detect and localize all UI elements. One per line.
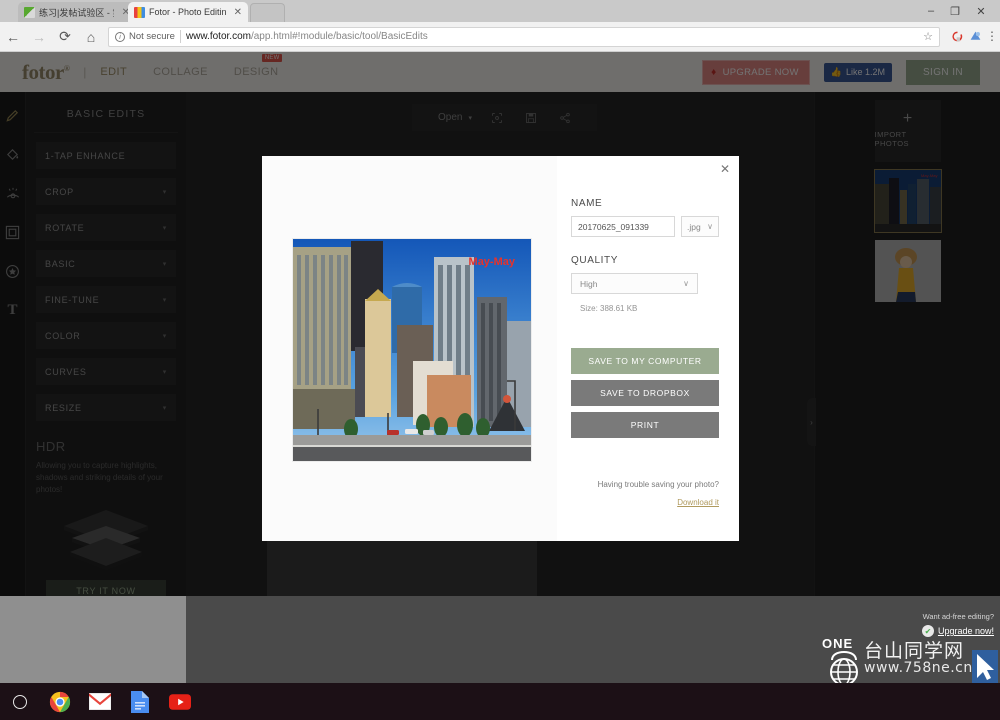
save-to-dropbox-button[interactable]: SAVE TO DROPBOX: [571, 380, 719, 406]
url-host: www.fotor.com: [186, 31, 251, 42]
ad-area-left: [0, 596, 186, 689]
dialog-preview-pane: May-May: [262, 156, 557, 541]
security-indicator[interactable]: i Not secure: [115, 31, 175, 42]
dialog-actions: SAVE TO MY COMPUTER SAVE TO DROPBOX PRIN…: [571, 348, 719, 438]
window-maximize-button[interactable]: ❐: [944, 0, 966, 22]
google-docs-icon[interactable]: [128, 690, 152, 714]
file-size-text: Size: 388.61 KB: [580, 304, 719, 313]
quality-value: High: [580, 279, 597, 289]
preview-watermark-text: May-May: [469, 256, 516, 268]
globe-logo-icon: [824, 648, 864, 688]
quality-label: QUALITY: [571, 255, 719, 266]
tab-favicon: [134, 7, 145, 18]
new-tab-button[interactable]: [250, 3, 285, 22]
bookmark-star-icon[interactable]: ☆: [923, 30, 933, 43]
trouble-text: Having trouble saving your photo?: [598, 480, 719, 489]
watermark-chinese-text: 台山同学网: [864, 636, 964, 663]
name-label: NAME: [571, 198, 719, 209]
photo-preview: May-May: [292, 238, 532, 462]
quality-select[interactable]: High ∨: [571, 273, 698, 294]
browser-tab-1[interactable]: 练习|发帖试验区 - 第5页 ✕: [18, 2, 136, 22]
dialog-form-pane: ✕ NAME .jpg ∨ QUALITY High ∨ Size: 388.6…: [557, 156, 739, 541]
extension-icon-1[interactable]: [948, 27, 966, 47]
save-dialog: May-May ✕ NAME .jpg ∨ QUALITY High: [262, 156, 739, 541]
info-icon: i: [115, 32, 125, 42]
taskbar: [0, 683, 1000, 720]
youtube-icon[interactable]: [168, 690, 192, 714]
browser-toolbar: ← → ⟳ ⌂ i Not secure www.fotor.com/app.h…: [0, 22, 1000, 52]
taskbar-icons: [0, 683, 1000, 720]
window-minimize-button[interactable]: –: [920, 0, 942, 22]
address-bar[interactable]: i Not secure www.fotor.com/app.html#!mod…: [108, 27, 940, 47]
save-to-computer-button[interactable]: SAVE TO MY COMPUTER: [571, 348, 719, 374]
chevron-down-icon: ∨: [707, 222, 713, 231]
chevron-down-icon: ∨: [683, 279, 689, 288]
print-button[interactable]: PRINT: [571, 412, 719, 438]
reload-icon[interactable]: ⟳: [52, 24, 78, 50]
home-icon[interactable]: ⌂: [78, 24, 104, 50]
window-close-button[interactable]: ✕: [970, 0, 992, 22]
forward-icon[interactable]: →: [26, 24, 52, 50]
tab-title: 练习|发帖试验区 - 第5页: [39, 6, 114, 19]
trouble-section: Having trouble saving your photo? Downlo…: [598, 474, 719, 507]
ad-free-question: Want ad-free editing?: [922, 612, 994, 621]
tab-favicon: [24, 7, 35, 18]
chrome-icon[interactable]: [48, 690, 72, 714]
browser-tab-2[interactable]: Fotor - Photo Editing & C ✕: [128, 2, 248, 22]
launcher-icon[interactable]: [8, 690, 32, 714]
extension-select[interactable]: .jpg ∨: [681, 216, 719, 237]
site-watermark: ONE 台山同学网 www.758ne.cn: [820, 634, 1000, 689]
extension-icon-2[interactable]: [966, 27, 984, 47]
close-icon[interactable]: ✕: [720, 162, 730, 176]
name-row: .jpg ∨: [571, 216, 719, 237]
url-text: www.fotor.com/app.html#!module/basic/too…: [186, 31, 428, 42]
filename-input[interactable]: [571, 216, 675, 237]
back-icon[interactable]: ←: [0, 24, 26, 50]
download-it-link[interactable]: Download it: [598, 498, 719, 507]
ad-area-right: Want ad-free editing? ✔ Upgrade now! ONE…: [186, 596, 1000, 689]
tab-title: Fotor - Photo Editing & C: [149, 7, 226, 17]
chrome-menu-icon[interactable]: ⋮: [984, 34, 1000, 39]
cursor-watermark-icon: [972, 650, 998, 684]
fotor-app: fotor® | EDIT COLLAGE DESIGN NEW ♦ UPGRA…: [0, 52, 1000, 689]
tab-close-icon[interactable]: ✕: [230, 7, 242, 18]
omnibox-divider: [180, 30, 181, 43]
browser-tab-strip: 练习|发帖试验区 - 第5页 ✕ Fotor - Photo Editing &…: [0, 0, 1000, 22]
extension-value: .jpg: [687, 222, 701, 232]
gmail-icon[interactable]: [88, 690, 112, 714]
url-path: /app.html#!module/basic/tool/BasicEdits: [251, 31, 428, 42]
security-label: Not secure: [129, 31, 175, 42]
watermark-url-text: www.758ne.cn: [864, 660, 973, 676]
